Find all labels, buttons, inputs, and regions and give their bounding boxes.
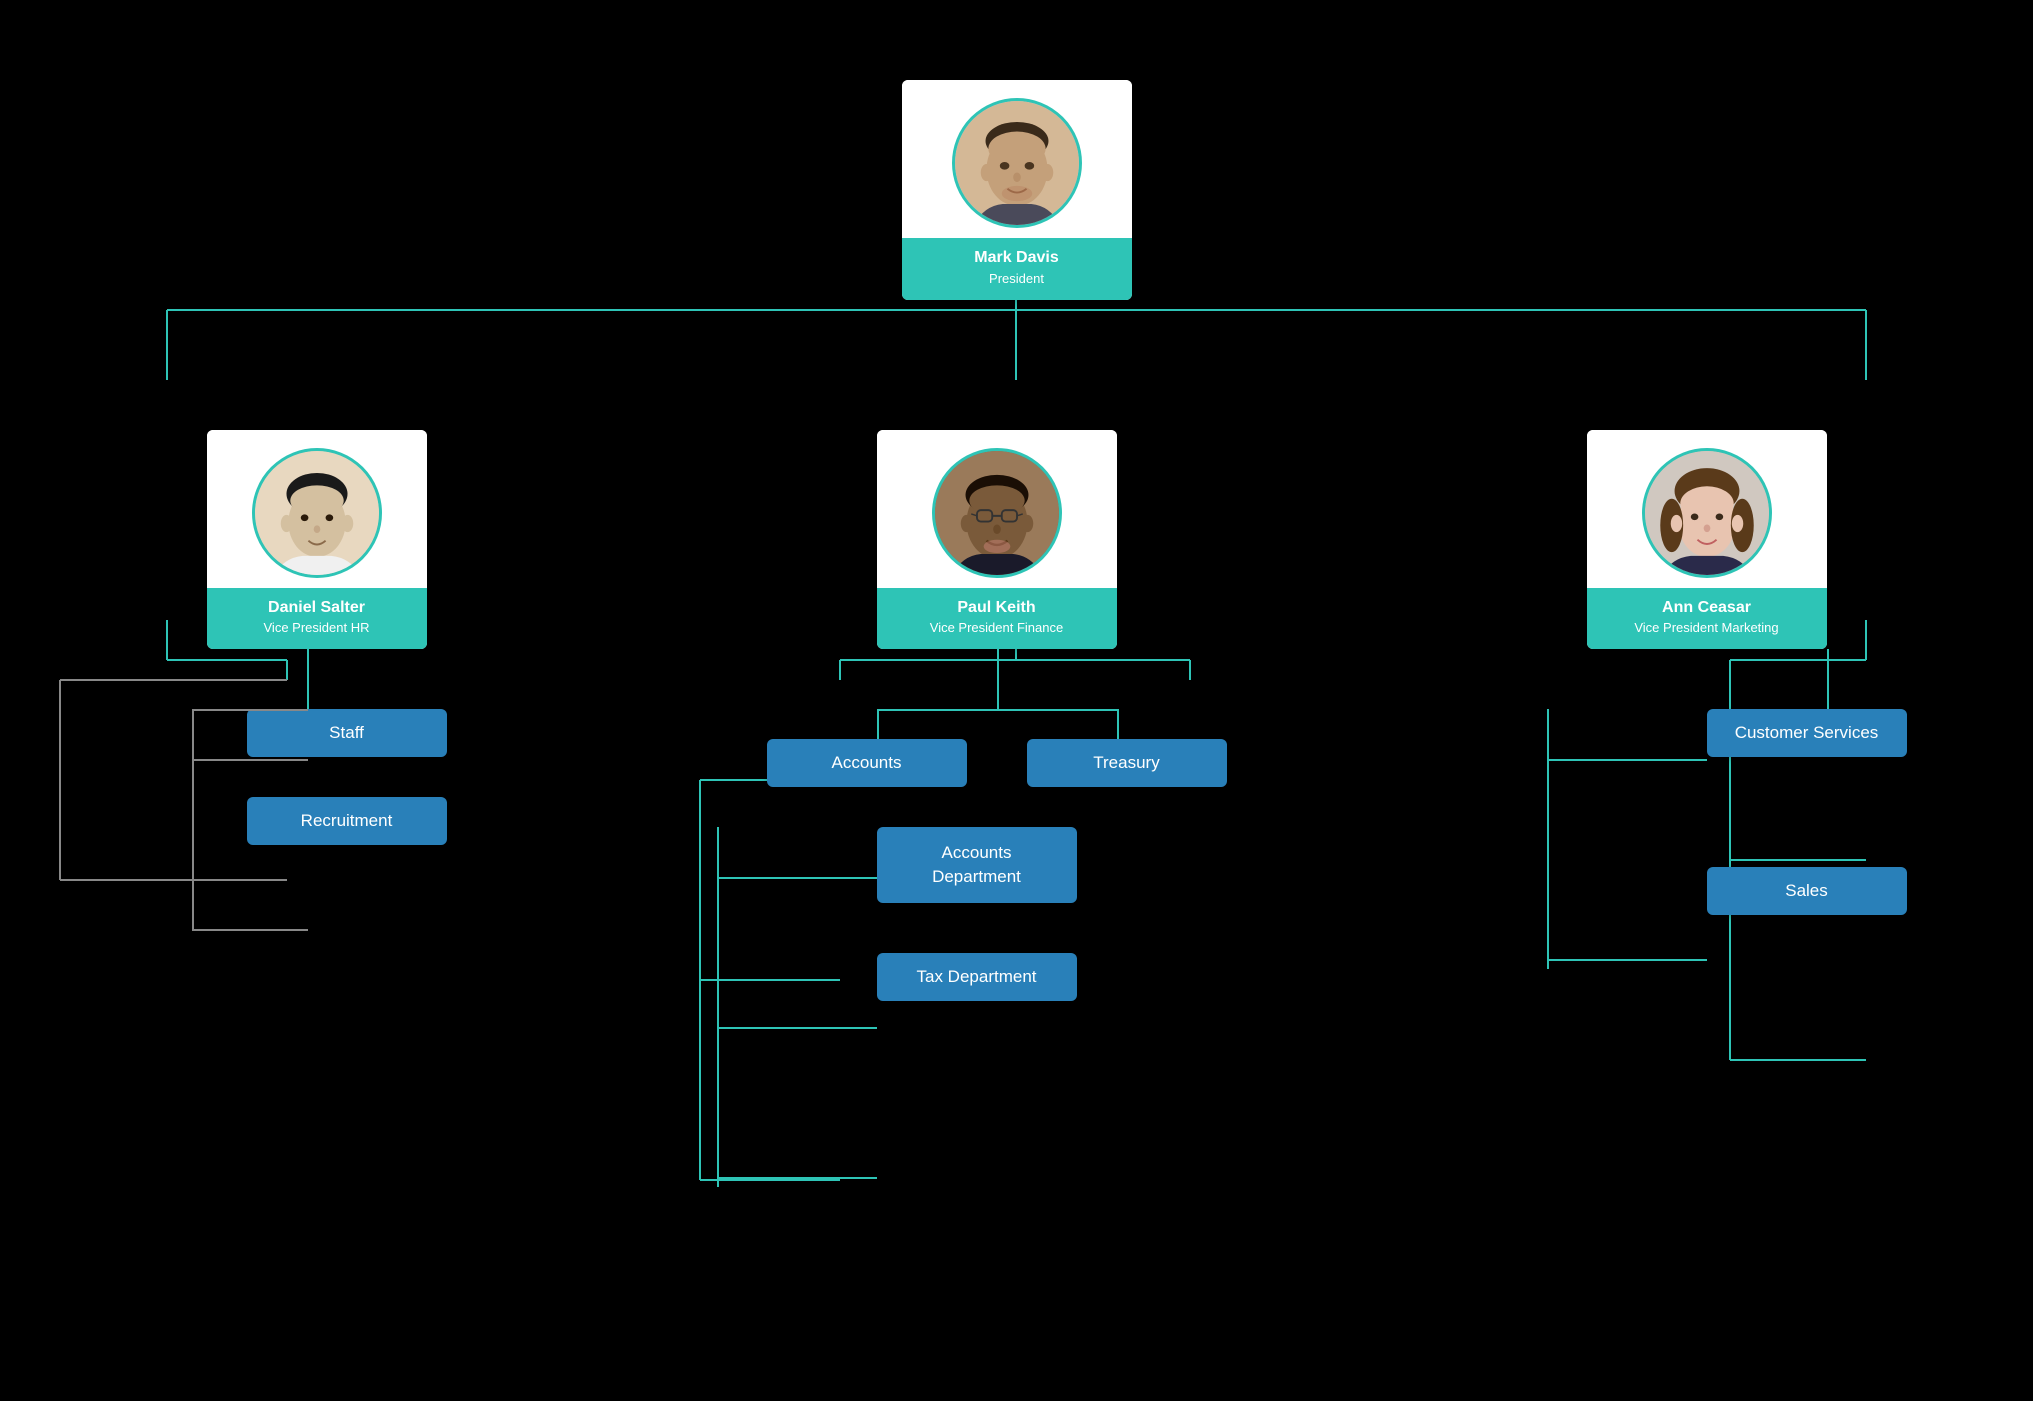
sales-box: Sales [1707,867,1907,915]
daniel-title: Vice President HR [215,620,419,637]
paul-title: Vice President Finance [885,620,1109,637]
ann-column: Ann Ceasar Vice President Marketing Cust… [1547,430,1967,1001]
customer-services-box: Customer Services [1707,709,1907,757]
paul-column: Paul Keith Vice President Finance Accoun… [717,430,1277,1001]
ann-title: Vice President Marketing [1595,620,1819,637]
recruitment-box: Recruitment [247,797,447,845]
accounts-dept-box: Accounts Department [877,827,1077,903]
ann-avatar [1642,448,1772,578]
accounts-box: Accounts [767,739,967,787]
paul-card: Paul Keith Vice President Finance [877,430,1117,650]
daniel-name-band: Daniel Salter Vice President HR [207,588,427,650]
paul-name: Paul Keith [885,598,1109,619]
ann-name: Ann Ceasar [1595,598,1819,619]
president-name-band: Mark Davis President [902,238,1132,300]
ann-avatar-wrap [1587,430,1827,578]
president-level: Mark Davis President [902,80,1132,300]
daniel-name: Daniel Salter [215,598,419,619]
daniel-card: Daniel Salter Vice President HR [207,430,427,650]
ann-name-band: Ann Ceasar Vice President Marketing [1587,588,1827,650]
daniel-column: Daniel Salter Vice President HR Staff [67,430,447,1001]
president-card: Mark Davis President [902,80,1132,300]
paul-avatar [932,448,1062,578]
vp-level: Daniel Salter Vice President HR Staff [67,430,1967,1001]
daniel-avatar-wrap [207,430,427,578]
tax-dept-box: Tax Department [877,953,1077,1001]
org-chart: Mark Davis President [0,0,2033,1401]
daniel-avatar [252,448,382,578]
paul-name-band: Paul Keith Vice President Finance [877,588,1117,650]
ann-card: Ann Ceasar Vice President Marketing [1587,430,1827,650]
president-name: Mark Davis [910,248,1124,269]
president-avatar-wrap [902,80,1132,228]
paul-avatar-wrap [877,430,1117,578]
president-avatar [952,98,1082,228]
staff-box: Staff [247,709,447,757]
treasury-box: Treasury [1027,739,1227,787]
president-title: President [910,271,1124,288]
